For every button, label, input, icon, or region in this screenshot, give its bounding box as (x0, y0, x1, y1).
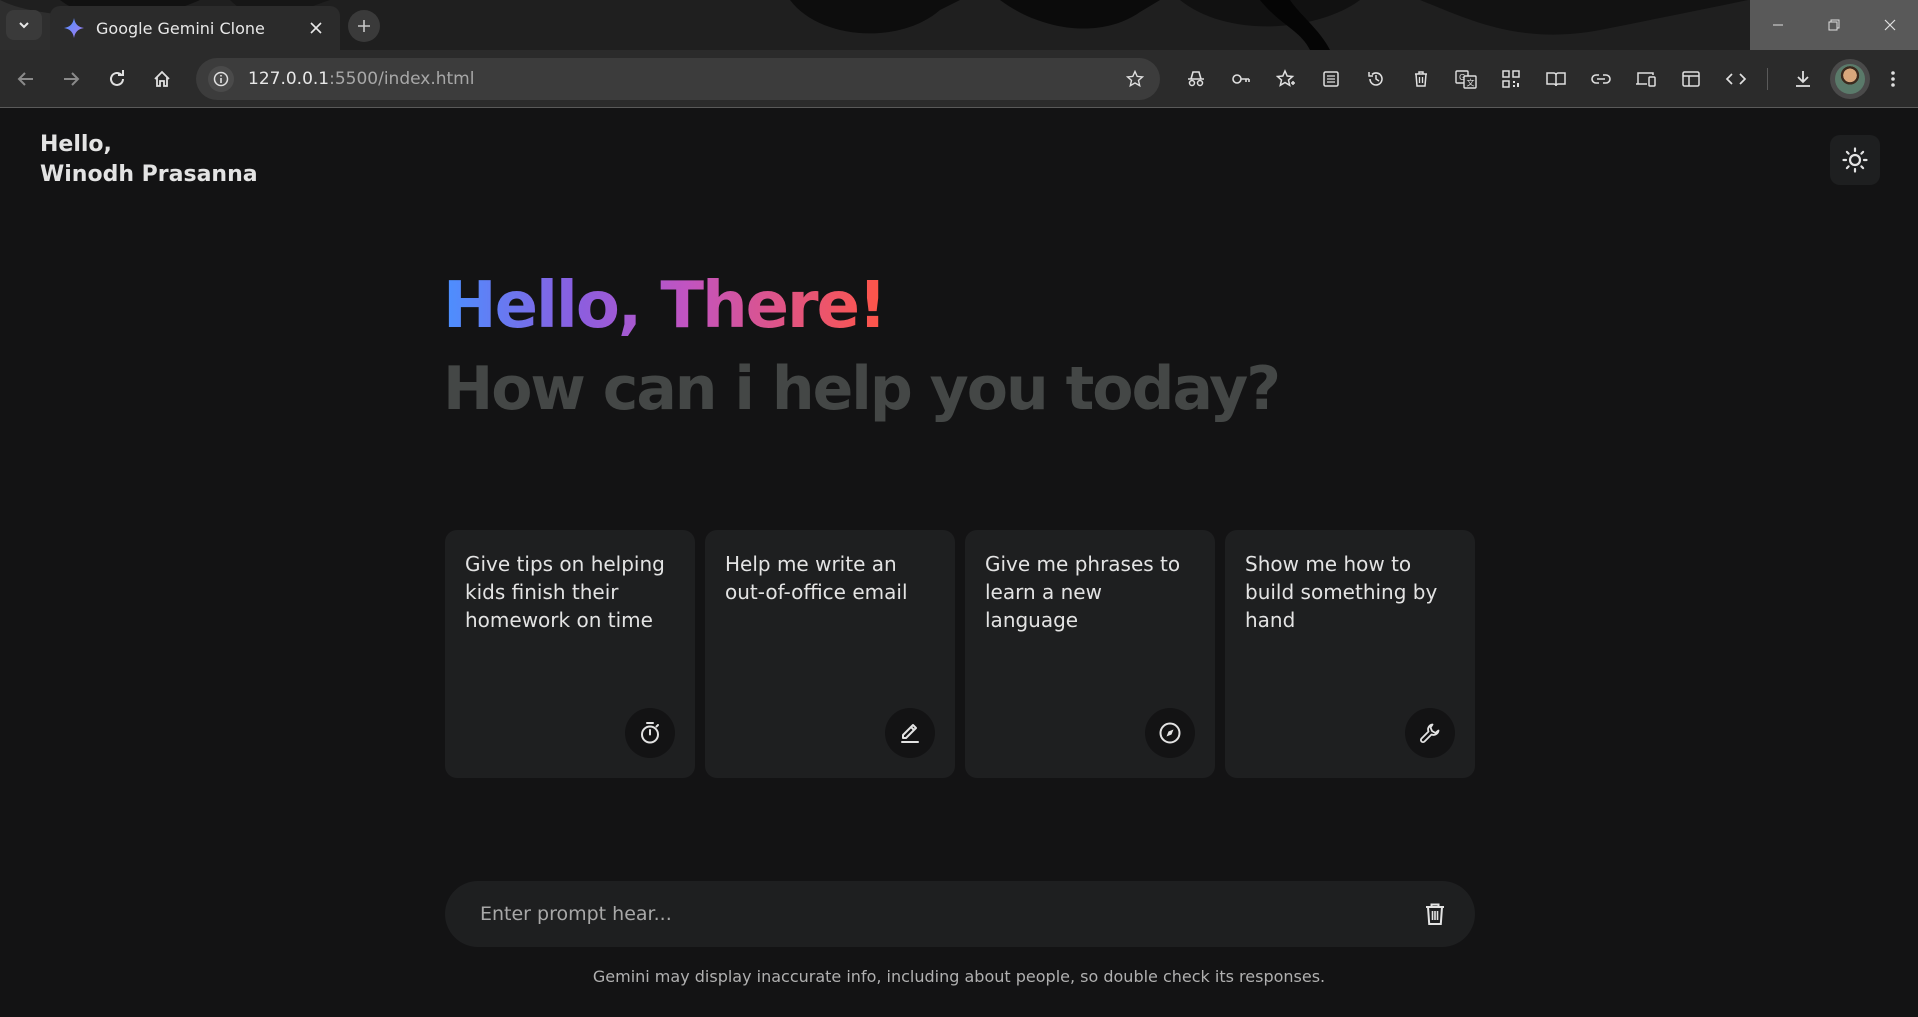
browser-tab[interactable]: Google Gemini Clone (50, 6, 340, 50)
svg-text:文: 文 (1467, 78, 1475, 88)
chevron-down-icon (19, 22, 29, 29)
new-tab-button[interactable] (348, 10, 380, 42)
translate-icon[interactable]: G文 (1451, 64, 1481, 94)
sun-icon (1842, 147, 1868, 173)
tab-title: Google Gemini Clone (96, 18, 265, 38)
wrench-icon (1405, 708, 1455, 758)
reading-list-icon[interactable] (1316, 64, 1346, 94)
close-icon (1884, 19, 1896, 31)
home-button[interactable] (146, 63, 178, 95)
trash-icon (1426, 903, 1444, 925)
prompt-input[interactable] (480, 903, 1415, 925)
url-text[interactable]: 127.0.0.1:5500/index.html (248, 69, 1122, 89)
qr-code-icon[interactable] (1496, 64, 1526, 94)
timer-icon (625, 708, 675, 758)
incognito-icon[interactable] (1181, 64, 1211, 94)
menu-kebab-icon[interactable] (1878, 64, 1908, 94)
browser-titlebar: Google Gemini Clone (0, 0, 1918, 50)
reading-mode-icon[interactable] (1541, 64, 1571, 94)
close-window-button[interactable] (1862, 0, 1918, 50)
disclaimer-text: Gemini may display inaccurate info, incl… (592, 967, 1326, 986)
suggestion-text: Give me phrases to learn a new language (985, 552, 1181, 632)
tab-search-button[interactable] (6, 10, 42, 40)
plus-icon (358, 20, 370, 32)
tab-close-icon[interactable] (306, 18, 326, 38)
greeting-hello: Hello, (40, 132, 112, 157)
minimize-icon (1773, 24, 1783, 26)
browser-toolbar: 127.0.0.1:5500/index.html G文 (0, 50, 1918, 108)
bookmarks-star-icon[interactable] (1271, 64, 1301, 94)
forward-button[interactable] (55, 63, 87, 95)
history-icon[interactable] (1361, 64, 1391, 94)
suggestion-text: Show me how to build something by hand (1245, 552, 1438, 632)
user-greeting: Hello, Winodh Prasanna (40, 130, 258, 190)
suggestion-card[interactable]: Give me phrases to learn a new language (965, 530, 1215, 778)
theme-toggle-button[interactable] (1830, 135, 1880, 185)
hero-title: Hello, There! (443, 269, 887, 343)
suggestion-card[interactable]: Give tips on helping kids finish their h… (445, 530, 695, 778)
compass-icon (1145, 708, 1195, 758)
suggestion-text: Help me write an out-of-office email (725, 552, 908, 604)
profile-avatar[interactable] (1830, 59, 1870, 99)
prompt-bar (445, 881, 1475, 947)
toolbar-divider (1767, 68, 1768, 90)
devices-icon[interactable] (1631, 64, 1661, 94)
side-panel-icon[interactable] (1676, 64, 1706, 94)
key-icon[interactable] (1226, 64, 1256, 94)
address-bar[interactable]: 127.0.0.1:5500/index.html (196, 58, 1160, 100)
reload-button[interactable] (101, 63, 133, 95)
delete-chat-button[interactable] (1415, 894, 1455, 934)
suggestion-card[interactable]: Help me write an out-of-office email (705, 530, 955, 778)
welcome-hero: Hello, There! How can i help you today? (443, 268, 1281, 434)
url-path: :5500/index.html (329, 69, 475, 89)
arrow-left-icon (17, 72, 33, 86)
greeting-username: Winodh Prasanna (40, 162, 258, 187)
gemini-sparkle-icon (64, 18, 84, 38)
edit-icon (885, 708, 935, 758)
suggestion-text: Give tips on helping kids finish their h… (465, 552, 665, 632)
hero-subtitle: How can i help you today? (443, 354, 1281, 424)
downloads-icon[interactable] (1788, 64, 1818, 94)
reload-icon (110, 70, 124, 86)
back-button[interactable] (10, 63, 42, 95)
suggestion-card[interactable]: Show me how to build something by hand (1225, 530, 1475, 778)
developer-tools-icon[interactable] (1721, 64, 1751, 94)
site-info-icon[interactable] (208, 66, 234, 92)
home-icon (154, 70, 170, 87)
avatar (1835, 64, 1865, 94)
link-icon[interactable] (1586, 64, 1616, 94)
restore-icon (1828, 19, 1840, 31)
arrow-right-icon (64, 72, 80, 86)
delete-browsing-data-icon[interactable] (1406, 64, 1436, 94)
minimize-button[interactable] (1750, 0, 1806, 50)
suggestion-list: Give tips on helping kids finish their h… (445, 530, 1475, 778)
restore-button[interactable] (1806, 0, 1862, 50)
bookmark-star-icon[interactable] (1122, 66, 1148, 92)
url-host: 127.0.0.1 (248, 69, 330, 89)
